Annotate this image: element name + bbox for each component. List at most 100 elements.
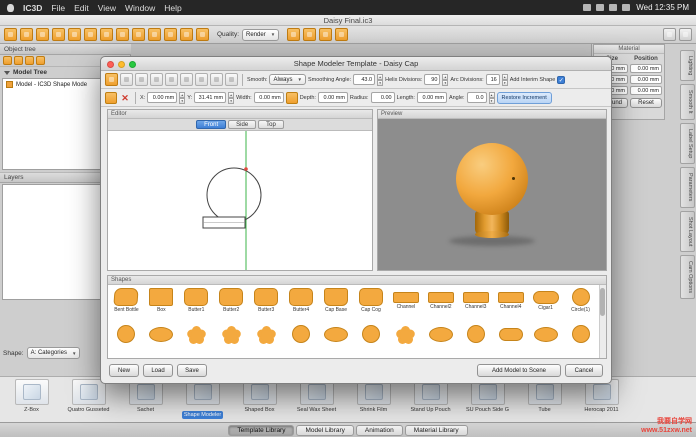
width-link-icon[interactable] — [286, 92, 298, 104]
remove-icon[interactable] — [14, 56, 23, 65]
new-icon[interactable] — [4, 28, 17, 41]
editor-tab-top[interactable]: Top — [258, 120, 284, 129]
menu-item-help[interactable]: Help — [164, 3, 181, 13]
menu-item-view[interactable]: View — [98, 3, 116, 13]
shape-item[interactable]: Bent Bottle — [109, 286, 144, 323]
model-tree-header[interactable]: Model Tree — [4, 69, 47, 76]
animation-icon[interactable] — [335, 28, 348, 41]
close-icon[interactable] — [107, 61, 114, 68]
redo-icon[interactable] — [100, 28, 113, 41]
menu-item-window[interactable]: Window — [125, 3, 155, 13]
shape-item[interactable] — [493, 323, 528, 358]
shape-item[interactable]: Channel2 — [423, 286, 458, 323]
arc-icon[interactable] — [195, 73, 208, 86]
shape-item[interactable]: Butter2 — [214, 286, 249, 323]
position-x-field[interactable]: 0.00 mm — [630, 64, 662, 73]
arc-divisions-field[interactable]: 16 — [486, 74, 500, 85]
library-tab-material-library[interactable]: Material Library — [405, 425, 468, 436]
radius-field[interactable]: 0.00 — [371, 92, 395, 103]
reset-button[interactable]: Reset — [630, 98, 662, 108]
battery-icon[interactable] — [609, 4, 617, 11]
materials-icon[interactable] — [319, 28, 332, 41]
render-icon[interactable] — [196, 28, 209, 41]
side-tab-smooth-it[interactable]: Smooth It — [680, 84, 695, 120]
shape-item[interactable]: Butter4 — [284, 286, 319, 323]
restore-increment-button[interactable]: Restore Increment — [497, 92, 552, 104]
menu-item-ic3d[interactable]: IC3D — [23, 3, 42, 13]
shape-item[interactable] — [458, 323, 493, 358]
shape-item[interactable] — [528, 323, 563, 358]
y-field[interactable]: 31.41 mm — [194, 92, 226, 103]
shape-item[interactable] — [144, 323, 179, 358]
shape-filter-dropdown[interactable]: A: Categories ▼ — [27, 347, 81, 359]
shape-item[interactable]: Cap Cog — [353, 286, 388, 323]
shape-item[interactable] — [179, 323, 214, 358]
bluetooth-icon[interactable] — [583, 4, 591, 11]
zoom-icon[interactable] — [120, 73, 133, 86]
shape-item[interactable]: Box — [144, 286, 179, 323]
shape-item[interactable] — [388, 323, 423, 358]
expand-icon[interactable] — [25, 56, 34, 65]
preview-canvas[interactable] — [378, 119, 606, 270]
shape-item[interactable]: Butter3 — [249, 286, 284, 323]
node-icon[interactable] — [150, 73, 163, 86]
shape-item[interactable] — [353, 323, 388, 358]
shape-item[interactable] — [214, 323, 249, 358]
paste-icon[interactable] — [132, 28, 145, 41]
editor-canvas[interactable] — [108, 131, 372, 270]
menu-item-edit[interactable]: Edit — [74, 3, 89, 13]
x-field[interactable]: 0.00 mm — [147, 92, 177, 103]
delete-point-icon[interactable]: ✕ — [119, 92, 131, 104]
position-z-field[interactable]: 0.00 mm — [630, 86, 662, 95]
editor-tab-front[interactable]: Front — [196, 120, 226, 129]
menubar-clock[interactable]: Wed 12:35 PM — [636, 3, 689, 12]
shape-item[interactable] — [284, 323, 319, 358]
cancel-button[interactable]: Cancel — [565, 364, 603, 377]
disclosure-triangle-icon[interactable] — [4, 71, 10, 75]
interim-shape-checkbox[interactable]: ✓ — [557, 76, 565, 84]
new-button[interactable]: New — [109, 364, 139, 377]
quality-dropdown[interactable]: Render ▼ — [242, 29, 279, 41]
smoothing-angle-field[interactable]: 43.0 — [353, 74, 375, 85]
side-tab-label-setup[interactable]: Label Setup — [680, 123, 695, 164]
zoom-window-icon[interactable] — [129, 61, 136, 68]
save-button[interactable]: Save — [177, 364, 207, 377]
shape-mode-icon[interactable] — [105, 92, 117, 104]
scrollbar-thumb[interactable] — [600, 288, 605, 316]
shape-item[interactable]: Channel3 — [458, 286, 493, 323]
snapshot-icon[interactable] — [180, 28, 193, 41]
helix-divisions-stepper[interactable]: ▲▼ — [442, 74, 448, 85]
length-field[interactable]: 0.00 mm — [417, 92, 447, 103]
mirror-icon[interactable] — [210, 73, 223, 86]
menu-item-file[interactable]: File — [51, 3, 65, 13]
shape-item[interactable]: Circle(1) — [563, 286, 598, 323]
shape-item[interactable]: Butter1 — [179, 286, 214, 323]
trim-icon[interactable] — [225, 73, 238, 86]
helix-divisions-field[interactable]: 90 — [424, 74, 440, 85]
shapes-scrollbar[interactable] — [599, 285, 606, 358]
shape-item[interactable] — [423, 323, 458, 358]
polyline-icon[interactable] — [180, 73, 193, 86]
object-tree-tab[interactable]: Object tree — [0, 44, 131, 55]
shape-item[interactable]: Channel — [388, 286, 423, 323]
pan-icon[interactable] — [135, 73, 148, 86]
camera-icon[interactable] — [164, 28, 177, 41]
wifi-icon[interactable] — [596, 4, 604, 11]
depth-field[interactable]: 0.00 mm — [318, 92, 348, 103]
library-item-z-box[interactable]: Z-Box — [4, 377, 59, 414]
cursor-icon[interactable] — [105, 73, 118, 86]
side-tab-lighting[interactable]: Lighting — [680, 50, 695, 81]
minimize-icon[interactable] — [118, 61, 125, 68]
library-tab-model-library[interactable]: Model Library — [296, 425, 353, 436]
shape-item[interactable] — [249, 323, 284, 358]
shape-item[interactable] — [109, 323, 144, 358]
editor-tab-side[interactable]: Side — [228, 120, 256, 129]
smooth-dropdown[interactable]: Always ▼ — [269, 74, 305, 85]
undo-icon[interactable] — [84, 28, 97, 41]
copy-icon[interactable] — [116, 28, 129, 41]
y-stepper[interactable]: ▲▼ — [228, 92, 234, 103]
add-model-to-scene-button[interactable]: Add Model to Scene — [477, 364, 561, 377]
dialog-titlebar[interactable]: Shape Modeler Template - Daisy Cap — [101, 57, 611, 71]
environment-icon[interactable] — [287, 28, 300, 41]
side-tab-cam-options[interactable]: Cam Options — [680, 255, 695, 299]
